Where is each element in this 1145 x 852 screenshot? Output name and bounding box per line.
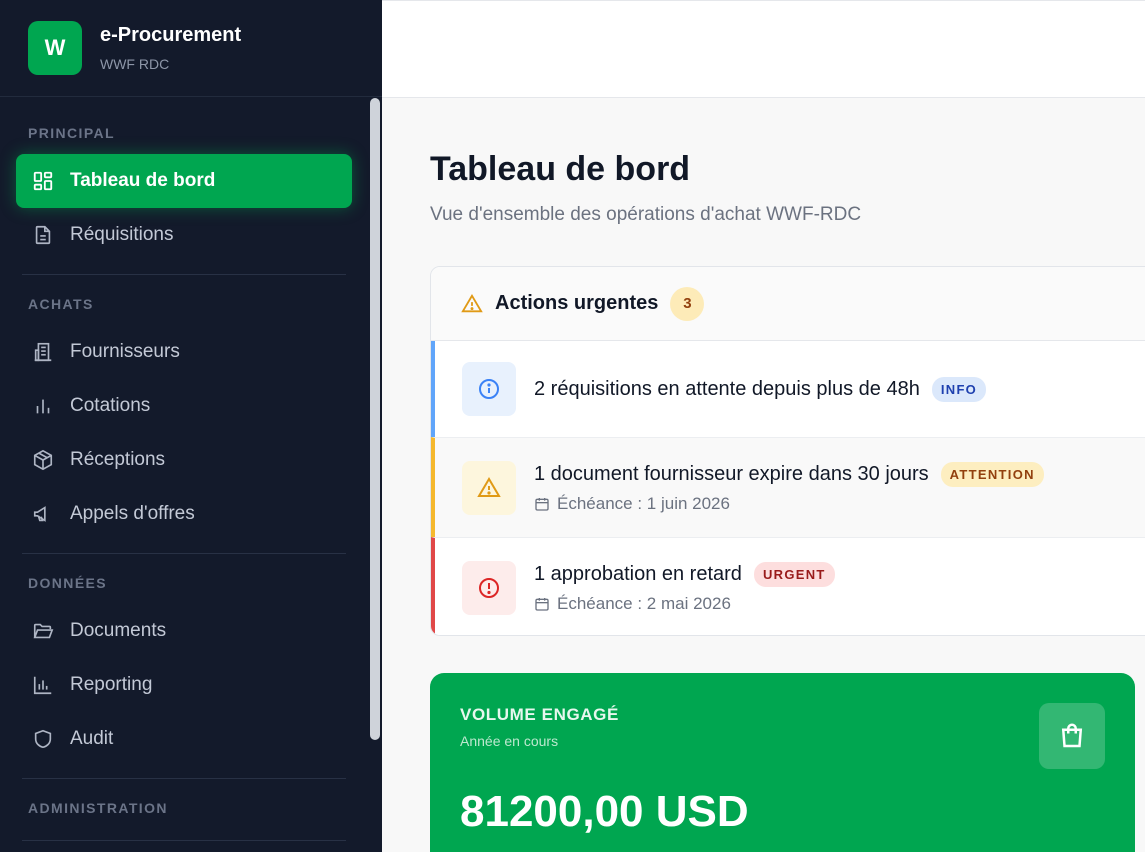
brand-logo: W [28, 21, 82, 75]
chart-icon [33, 676, 52, 695]
alert-icon-box [462, 561, 516, 615]
sidebar-item-label: Réquisitions [70, 224, 174, 245]
urgent-actions-header: Actions urgentes 3 [431, 267, 1145, 341]
warning-triangle-icon [477, 477, 501, 497]
volume-engaged-card: VOLUME ENGAGÉ Année en cours 81200,00 US… [430, 673, 1135, 852]
dashboard-icon [33, 171, 53, 191]
sidebar-item-label: Appels d'offres [70, 503, 195, 524]
volume-value: 81200,00 USD [460, 787, 749, 836]
alert-due-date: Échéance : 1 juin 2026 [557, 494, 730, 513]
sidebar-item-quotations[interactable]: Cotations [16, 379, 352, 433]
volume-subtitle: Année en cours [460, 733, 559, 749]
sidebar-item-label: Tableau de bord [70, 170, 216, 191]
volume-icon-box [1039, 703, 1105, 769]
sidebar-scrollbar[interactable] [370, 98, 380, 740]
sidebar-item-reporting[interactable]: Reporting [16, 658, 352, 712]
urgent-actions-title: Actions urgentes [495, 292, 659, 314]
urgent-count-badge: 3 [670, 286, 705, 321]
sidebar-item-receptions[interactable]: Réceptions [16, 433, 352, 487]
megaphone-icon [33, 506, 46, 522]
alert-message: 1 approbation en retard [534, 563, 742, 585]
alert-message: 1 document fournisseur expire dans 30 jo… [534, 463, 929, 485]
alert-message: 2 réquisitions en attente depuis plus de… [534, 378, 920, 400]
page-subtitle: Vue d'ensemble des opérations d'achat WW… [430, 204, 862, 225]
alert-row-urgent[interactable]: 1 approbation en retard URGENT Échéance … [431, 537, 1145, 635]
sidebar-item-label: Reporting [70, 674, 153, 695]
sidebar-item-label: Cotations [70, 395, 151, 416]
sidebar-item-label: Réceptions [70, 449, 166, 470]
section-label-principal: PRINCIPAL [28, 125, 116, 141]
alert-icon-box [462, 362, 516, 416]
file-text-icon [35, 225, 51, 245]
building-icon [34, 342, 52, 362]
sidebar-item-audit[interactable]: Audit [16, 712, 352, 766]
shield-icon [34, 729, 52, 749]
folder-open-icon [33, 623, 54, 639]
sidebar-divider [22, 778, 346, 779]
alert-tag-attention: ATTENTION [940, 462, 1044, 487]
volume-title: VOLUME ENGAGÉ [460, 705, 619, 724]
alert-row-warning[interactable]: 1 document fournisseur expire dans 30 jo… [431, 437, 1145, 537]
brand-header: W e-Procurement WWF RDC [0, 0, 382, 97]
sidebar-item-requisitions[interactable]: Réquisitions [16, 208, 352, 262]
calendar-icon [535, 598, 549, 611]
sidebar-divider [22, 840, 346, 841]
sidebar-item-label: Audit [70, 728, 114, 749]
calendar-icon [535, 498, 549, 511]
sidebar-item-label: Documents [70, 620, 167, 641]
alert-row-info[interactable]: 2 réquisitions en attente depuis plus de… [431, 341, 1145, 437]
sidebar-item-tenders[interactable]: Appels d'offres [16, 487, 352, 541]
brand-subtitle: WWF RDC [100, 56, 170, 72]
page-title: Tableau de bord [430, 150, 691, 188]
section-label-achats: ACHATS [28, 296, 94, 312]
sidebar-divider [22, 553, 346, 554]
alert-tag-info: INFO [931, 377, 987, 402]
brand-title: e-Procurement [100, 24, 242, 46]
sidebar: W e-Procurement WWF RDC PRINCIPAL Tablea… [0, 0, 382, 852]
sidebar-item-dashboard[interactable]: Tableau de bord [16, 154, 352, 208]
top-bar [382, 0, 1145, 98]
warning-triangle-icon [461, 293, 483, 312]
section-label-administration: ADMINISTRATION [28, 800, 168, 816]
alert-circle-icon [479, 578, 499, 598]
sidebar-item-label: Fournisseurs [70, 341, 180, 362]
sidebar-item-documents[interactable]: Documents [16, 604, 352, 658]
section-label-donnees: DONNÉES [28, 575, 108, 591]
alert-icon-box [462, 461, 516, 515]
info-circle-icon [479, 379, 499, 399]
sidebar-item-suppliers[interactable]: Fournisseurs [16, 325, 352, 379]
sidebar-divider [22, 274, 346, 275]
urgent-actions-card: Actions urgentes 3 2 réquisitions en att… [430, 266, 1145, 636]
bar-chart-icon [36, 399, 50, 414]
shopping-bag-icon [1061, 723, 1083, 748]
alert-due-date: Échéance : 2 mai 2026 [557, 594, 731, 613]
package-icon [33, 449, 53, 471]
alert-tag-urgent: URGENT [753, 562, 835, 587]
